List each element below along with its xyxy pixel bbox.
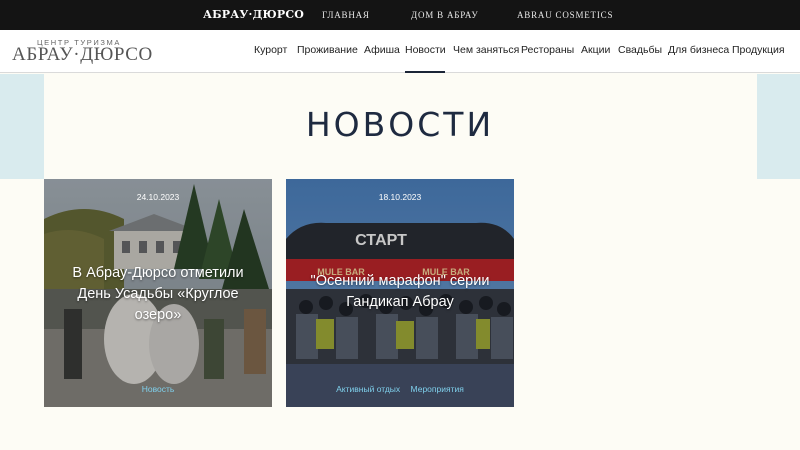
news-date: 24.10.2023 [136,192,180,202]
nav-item-restorany[interactable]: Рестораны [521,44,574,56]
active-nav-indicator [405,71,445,73]
news-date: 18.10.2023 [378,192,422,202]
nav-item-produktsiya[interactable]: Продукция [732,44,785,56]
news-tag[interactable]: Активный отдых [336,384,400,394]
news-card[interactable]: 24.10.2023 В Абрау-Дюрсо отметили День У… [44,179,272,407]
nav-item-prozhivanie[interactable]: Проживание [297,44,358,56]
news-tag[interactable]: Мероприятия [411,384,464,394]
nav-item-svadby[interactable]: Свадьбы [618,44,662,56]
news-tags: Новость [44,384,272,394]
logo-title[interactable]: АБРАУ·ДЮРСО [12,44,153,66]
news-card[interactable]: СТАРТ MULE BAR MULE BAR 18.10.2023 "Осен… [286,179,514,407]
page-title: НОВОСТИ [305,105,495,144]
news-tags: Активный отдых Мероприятия [286,384,514,394]
news-title[interactable]: В Абрау-Дюрсо отметили День Усадьбы «Кру… [54,263,262,326]
news-tag[interactable]: Новость [142,384,175,394]
top-brand-logo[interactable]: АБРАУ·ДЮРСО [203,8,304,21]
nav-item-kurort[interactable]: Курорт [254,44,287,56]
nav-item-aktsii[interactable]: Акции [581,44,610,56]
nav-item-dlya-biznesa[interactable]: Для бизнеса [668,44,729,56]
nav-item-chem-zanyatsya[interactable]: Чем заняться [453,44,519,56]
top-link-abrau-cosmetics[interactable]: ABRAU COSMETICS [517,10,613,20]
main-header: ЦЕНТР ТУРИЗМА АБРАУ·ДЮРСО Курорт Прожива… [0,30,800,73]
nav-item-afisha[interactable]: Афиша [364,44,400,56]
top-link-dom-v-abrau[interactable]: ДОМ В АБРАУ [411,10,479,20]
top-bar: АБРАУ·ДЮРСО ГЛАВНАЯ ДОМ В АБРАУ ABRAU CO… [0,0,800,30]
news-title[interactable]: "Осенний марафон" серии Гандикап Абрау [296,271,504,313]
nav-item-novosti[interactable]: Новости [405,44,446,56]
top-link-home[interactable]: ГЛАВНАЯ [322,10,370,20]
